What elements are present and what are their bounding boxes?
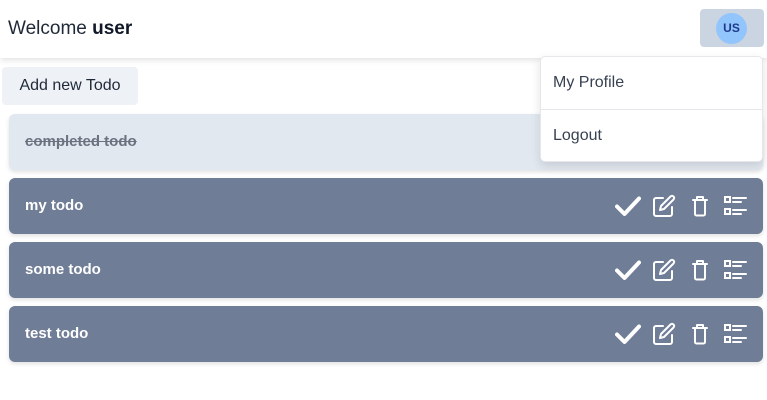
todo-text: test todo — [25, 325, 89, 342]
add-todo-button[interactable]: Add new Todo — [2, 67, 138, 105]
checklist-icon — [724, 196, 747, 215]
edit-icon — [653, 194, 676, 217]
username: user — [92, 18, 133, 39]
details-button[interactable] — [723, 322, 749, 346]
menu-item-my-profile[interactable]: My Profile — [541, 57, 762, 109]
welcome-prefix: Welcome — [8, 18, 87, 39]
todo-item: test todo — [9, 306, 763, 362]
complete-button[interactable] — [615, 322, 641, 346]
trash-icon — [692, 196, 708, 217]
checklist-icon — [724, 324, 747, 343]
todo-item: some todo — [9, 242, 763, 298]
edit-button[interactable] — [651, 258, 677, 282]
details-button[interactable] — [723, 194, 749, 218]
todo-actions — [605, 194, 749, 218]
edit-icon — [653, 258, 676, 281]
details-button[interactable] — [723, 258, 749, 282]
menu-item-logout[interactable]: Logout — [541, 110, 762, 162]
todo-actions — [605, 322, 749, 346]
delete-button[interactable] — [687, 194, 713, 218]
user-menu-button[interactable]: US — [700, 9, 764, 47]
check-icon — [615, 260, 641, 280]
trash-icon — [692, 324, 708, 345]
todo-text: some todo — [25, 261, 101, 278]
delete-button[interactable] — [687, 258, 713, 282]
todo-app: Welcome user US Add new Todo completed t… — [0, 0, 767, 400]
todo-text: completed todo — [25, 133, 137, 150]
welcome-message: Welcome user — [8, 17, 132, 41]
user-dropdown-menu: My Profile Logout — [540, 56, 763, 162]
delete-button[interactable] — [687, 322, 713, 346]
todo-item: my todo — [9, 178, 763, 234]
edit-icon — [653, 322, 676, 345]
checklist-icon — [724, 260, 747, 279]
check-icon — [615, 324, 641, 344]
complete-button[interactable] — [615, 194, 641, 218]
edit-button[interactable] — [651, 322, 677, 346]
top-bar: Welcome user US — [0, 0, 767, 58]
edit-button[interactable] — [651, 194, 677, 218]
todo-text: my todo — [25, 197, 84, 214]
todo-actions — [605, 258, 749, 282]
trash-icon — [692, 260, 708, 281]
check-icon — [615, 196, 641, 216]
avatar: US — [716, 13, 747, 44]
complete-button[interactable] — [615, 258, 641, 282]
